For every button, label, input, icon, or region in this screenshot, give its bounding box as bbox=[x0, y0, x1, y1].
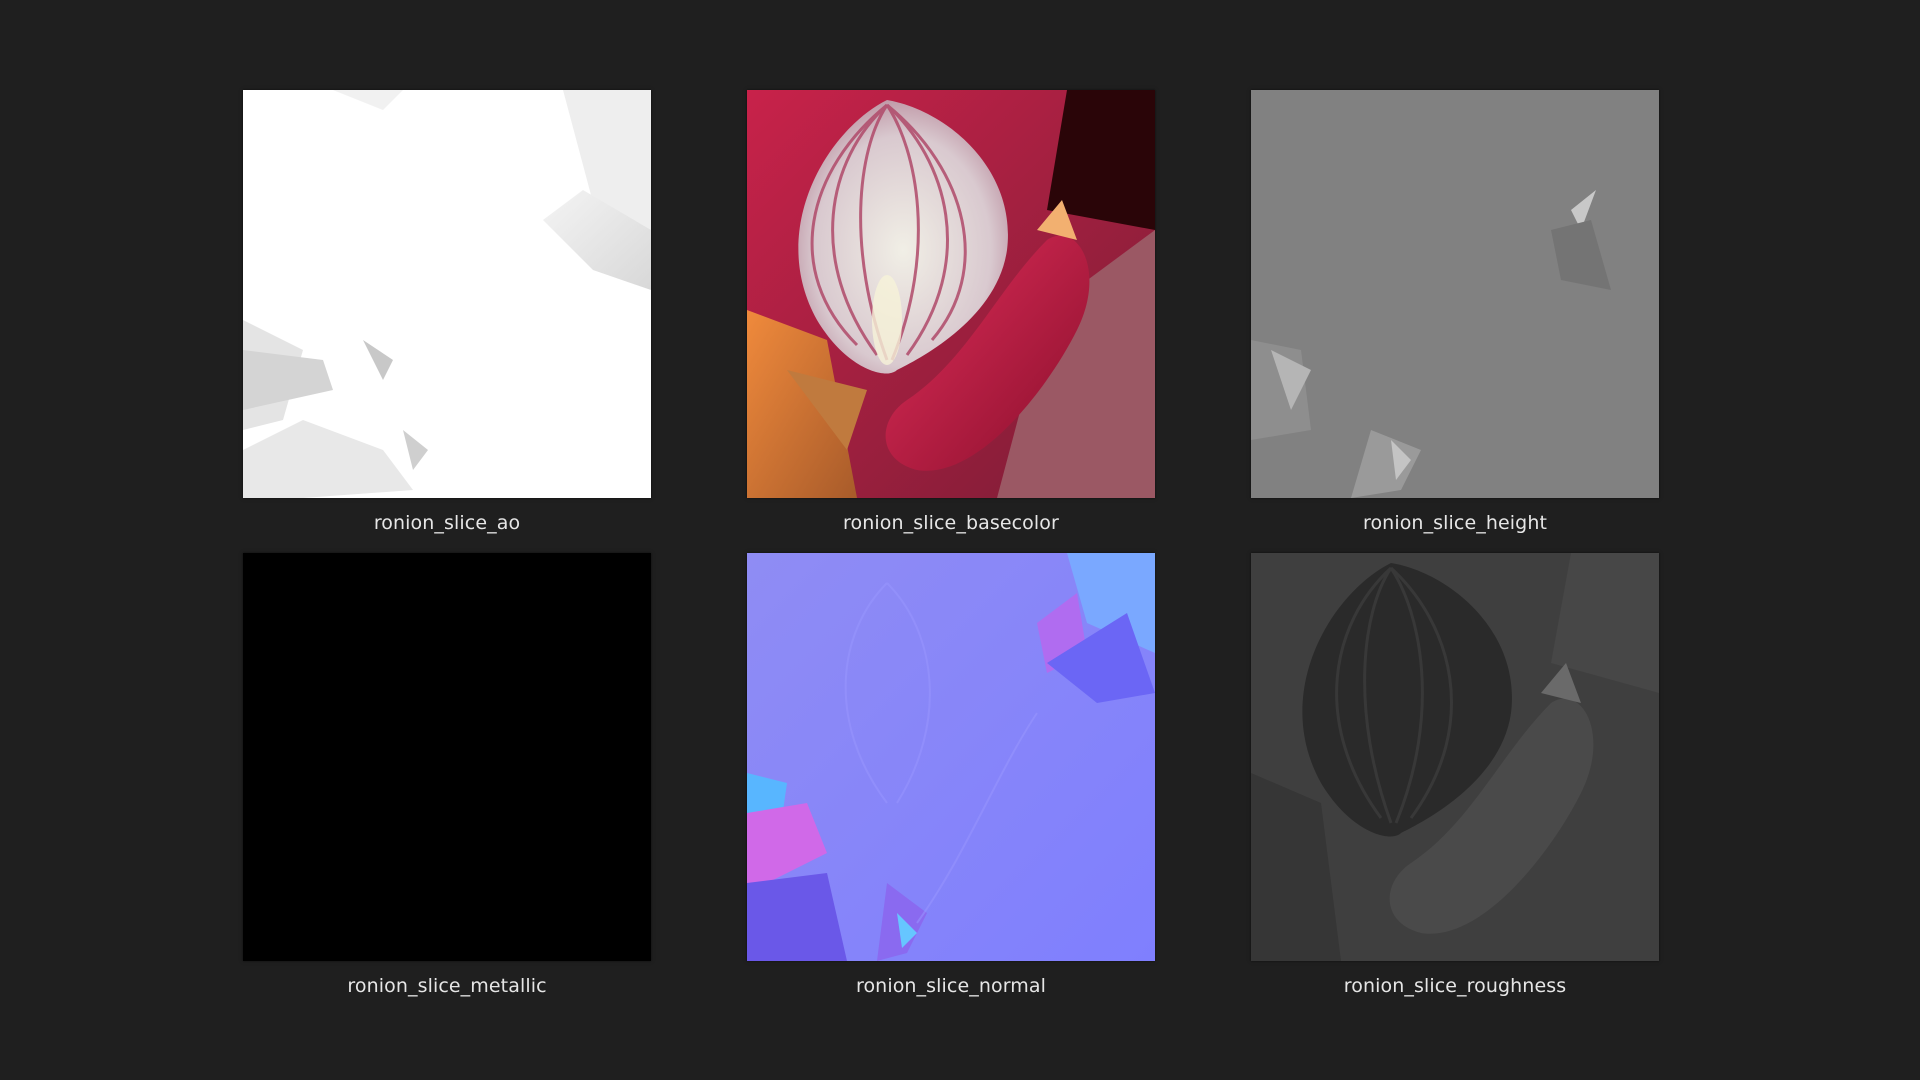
texture-gallery: ronion_slice_ao ronion_slice_basecolor r… bbox=[0, 0, 1920, 1080]
normal-map-thumbnail[interactable] bbox=[747, 553, 1155, 961]
texture-caption: ronion_slice_basecolor bbox=[843, 512, 1059, 534]
ao-map-thumbnail[interactable] bbox=[243, 90, 651, 498]
texture-caption: ronion_slice_ao bbox=[373, 512, 521, 534]
texture-caption: ronion_slice_height bbox=[1362, 512, 1548, 534]
texture-tile-basecolor[interactable]: ronion_slice_basecolor bbox=[747, 90, 1155, 534]
roughness-map-thumbnail[interactable] bbox=[1251, 553, 1659, 961]
basecolor-map-thumbnail[interactable] bbox=[747, 90, 1155, 498]
texture-tile-normal[interactable]: ronion_slice_normal bbox=[747, 553, 1155, 997]
texture-tile-ao[interactable]: ronion_slice_ao bbox=[243, 90, 651, 534]
texture-caption: ronion_slice_roughness bbox=[1343, 975, 1567, 997]
metallic-map-thumbnail[interactable] bbox=[243, 553, 651, 961]
height-map-thumbnail[interactable] bbox=[1251, 90, 1659, 498]
texture-caption: ronion_slice_metallic bbox=[347, 975, 547, 997]
texture-caption: ronion_slice_normal bbox=[855, 975, 1047, 997]
texture-tile-roughness[interactable]: ronion_slice_roughness bbox=[1251, 553, 1659, 997]
texture-tile-height[interactable]: ronion_slice_height bbox=[1251, 90, 1659, 534]
texture-tile-metallic[interactable]: ronion_slice_metallic bbox=[243, 553, 651, 997]
